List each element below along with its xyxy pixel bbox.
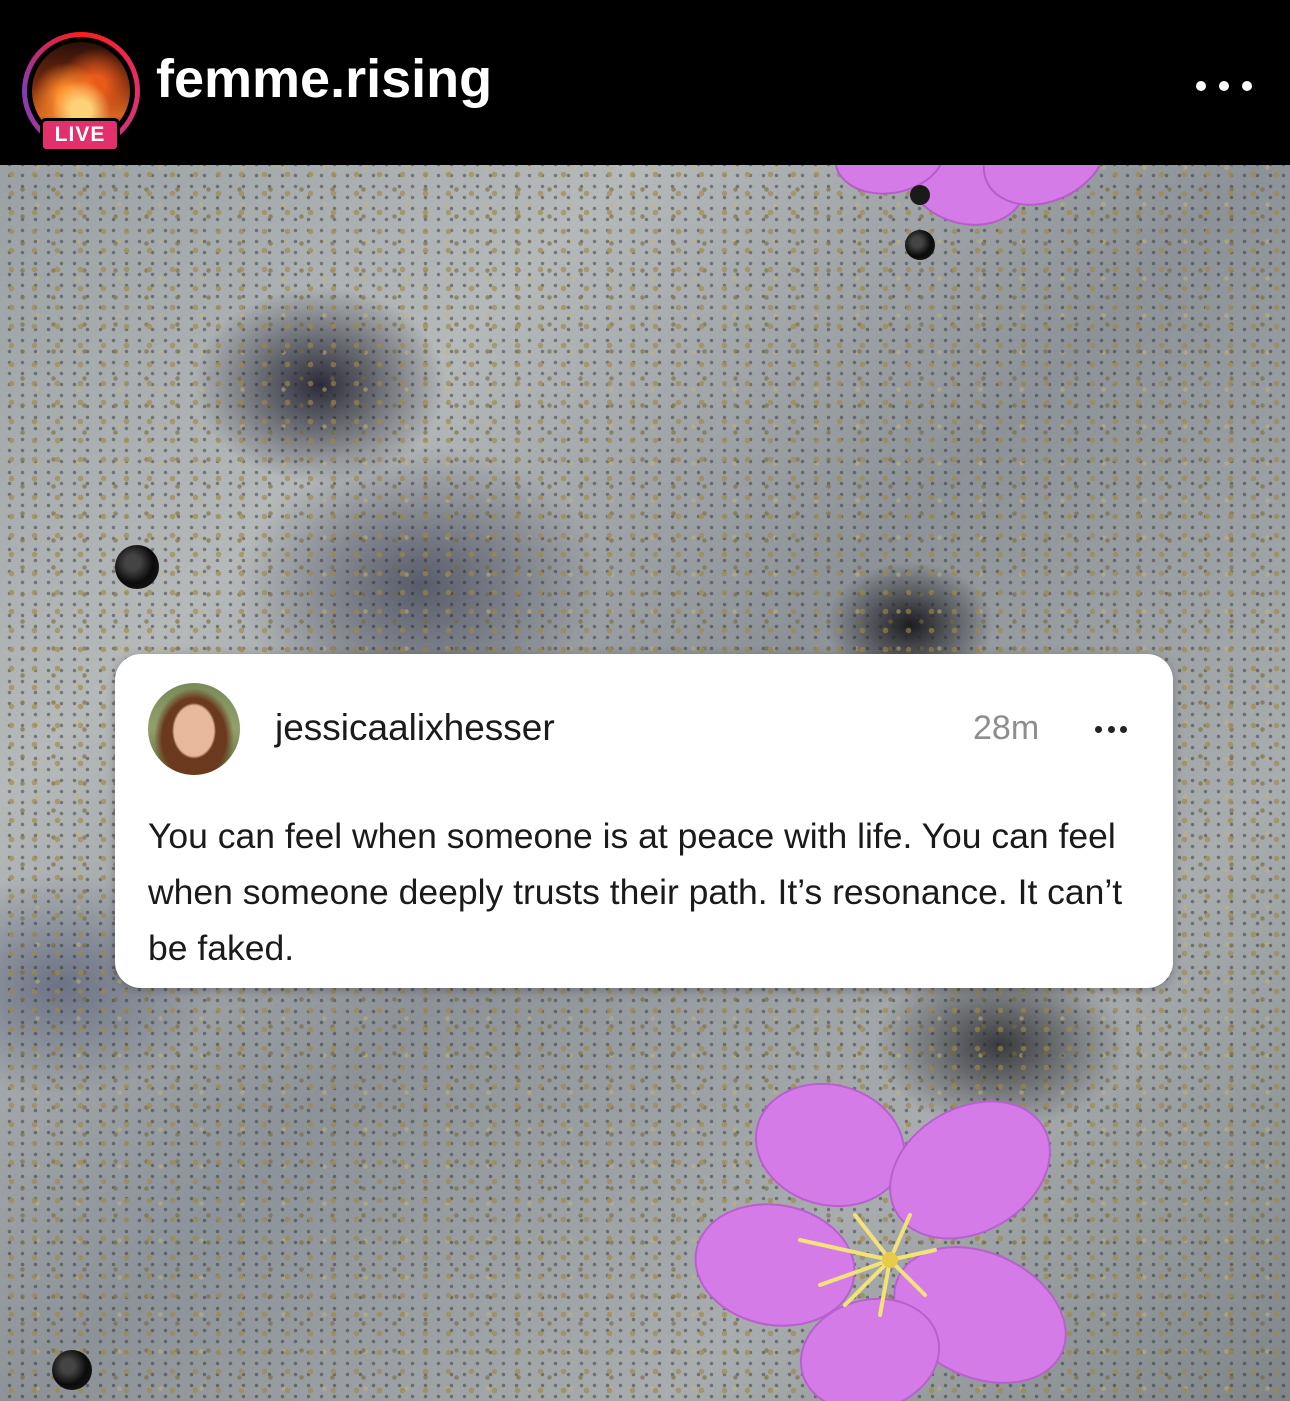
dot <box>1196 81 1206 91</box>
shared-post-card[interactable]: jessicaalixhesser 28m You can feel when … <box>115 654 1173 988</box>
live-badge: LIVE <box>40 118 120 152</box>
top-flower-image <box>834 165 1108 226</box>
story-header: LIVE femme.rising <box>0 0 1290 165</box>
dark-spot <box>52 1350 92 1390</box>
dot <box>1095 726 1102 733</box>
account-username[interactable]: femme.rising <box>156 52 492 106</box>
post-author-username[interactable]: jessicaalixhesser <box>275 709 555 746</box>
dark-spot <box>115 545 159 589</box>
post-author-avatar[interactable] <box>148 683 240 775</box>
dot <box>1107 726 1115 733</box>
more-options-icon[interactable] <box>1196 70 1252 102</box>
dot <box>1242 81 1252 91</box>
dot <box>1120 726 1127 733</box>
post-timestamp: 28m <box>973 709 1040 747</box>
story-viewer: LIVE femme.rising jessicaalixhesser 28m … <box>0 0 1290 1401</box>
post-more-options-icon[interactable] <box>1095 726 1127 734</box>
post-text: You can feel when someone is at peace wi… <box>148 816 1123 968</box>
bottom-flower-image <box>694 1082 1067 1401</box>
dot <box>1219 81 1229 91</box>
